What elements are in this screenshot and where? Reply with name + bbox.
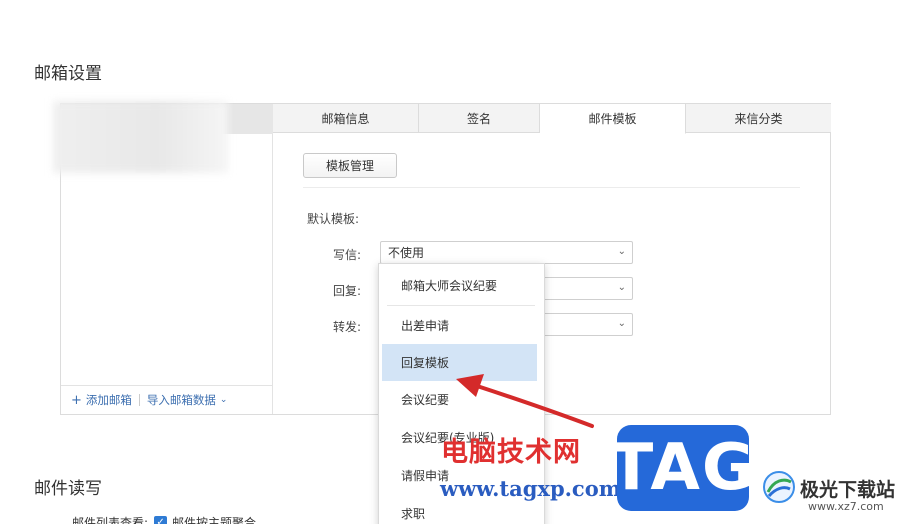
- watermark-url: www.tagxp.com: [440, 476, 621, 501]
- chevron-down-icon: ⌄: [617, 246, 626, 257]
- compose-template-value: 不使用: [388, 246, 425, 260]
- forward-label: 转发:: [332, 320, 361, 334]
- dropdown-item[interactable]: 邮箱大师会议纪要: [382, 267, 537, 304]
- template-manage-button[interactable]: 模板管理: [303, 153, 397, 178]
- thread-aggregation-label: 邮件按主题聚合: [172, 516, 257, 524]
- chevron-down-icon: ⌄: [617, 318, 626, 329]
- watermark-site-name: 电脑技术网: [441, 437, 581, 468]
- dropdown-separator: [387, 305, 535, 306]
- settings-tabs: 邮箱信息 签名 邮件模板 来信分类: [273, 104, 831, 134]
- chevron-down-icon: ⌄: [617, 282, 626, 293]
- chevron-down-icon[interactable]: ⌄: [220, 395, 228, 405]
- import-mailbox-data-button[interactable]: 导入邮箱数据: [147, 392, 216, 408]
- watermark-tag-logo: TAG: [610, 425, 754, 511]
- account-list-footer: + 添加邮箱 导入邮箱数据 ⌄: [61, 385, 273, 414]
- thread-aggregation-row: 邮件列表查看: ✓ 邮件按主题聚合: [72, 514, 256, 524]
- section-title-mailbox-settings: 邮箱设置: [34, 64, 102, 84]
- tab-mail-template[interactable]: 邮件模板: [540, 104, 686, 134]
- dropdown-item[interactable]: 出差申请: [382, 307, 537, 344]
- tab-mail-classification[interactable]: 来信分类: [686, 104, 831, 133]
- mail-list-view-label: 邮件列表查看:: [72, 516, 149, 524]
- compose-label: 写信:: [332, 248, 361, 262]
- add-mailbox-button[interactable]: 添加邮箱: [86, 392, 132, 408]
- plus-icon: +: [71, 392, 82, 408]
- watermark-aurora-url: www.xz7.com: [808, 500, 884, 513]
- section-title-mail-reading: 邮件读写: [34, 479, 102, 499]
- checkbox-checked[interactable]: ✓: [154, 516, 168, 524]
- account-blurred-info: [53, 101, 228, 173]
- footer-divider: [138, 394, 140, 406]
- watermark-aurora-name: 极光下载站: [800, 479, 896, 501]
- reply-label: 回复:: [332, 284, 361, 298]
- tab-signature[interactable]: 签名: [419, 104, 540, 133]
- content-divider: [303, 187, 800, 188]
- default-template-label: 默认模板:: [307, 212, 360, 226]
- tab-mailbox-info[interactable]: 邮箱信息: [273, 104, 419, 133]
- account-list: + 添加邮箱 导入邮箱数据 ⌄: [53, 101, 273, 414]
- compose-template-select[interactable]: 不使用 ⌄: [380, 241, 633, 264]
- aurora-logo-icon: [763, 471, 795, 503]
